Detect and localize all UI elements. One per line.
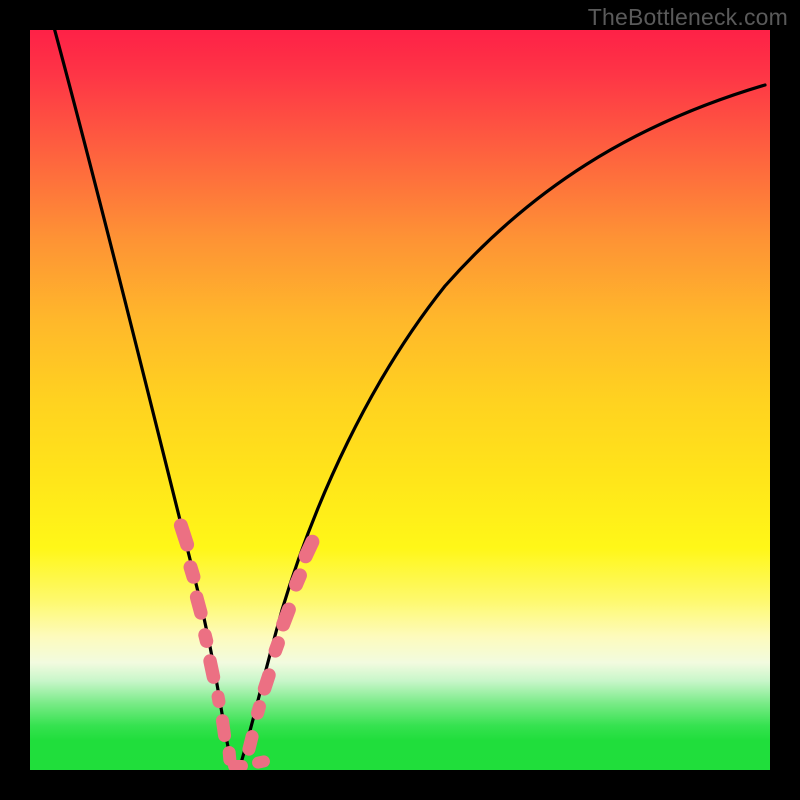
watermark-text: TheBottleneck.com: [588, 4, 788, 31]
curve-layer: [30, 30, 770, 770]
plot-area: [30, 30, 770, 770]
bottleneck-curve: [52, 30, 765, 766]
chart-frame: TheBottleneck.com: [0, 0, 800, 800]
left-arm-dashes: [172, 517, 237, 767]
